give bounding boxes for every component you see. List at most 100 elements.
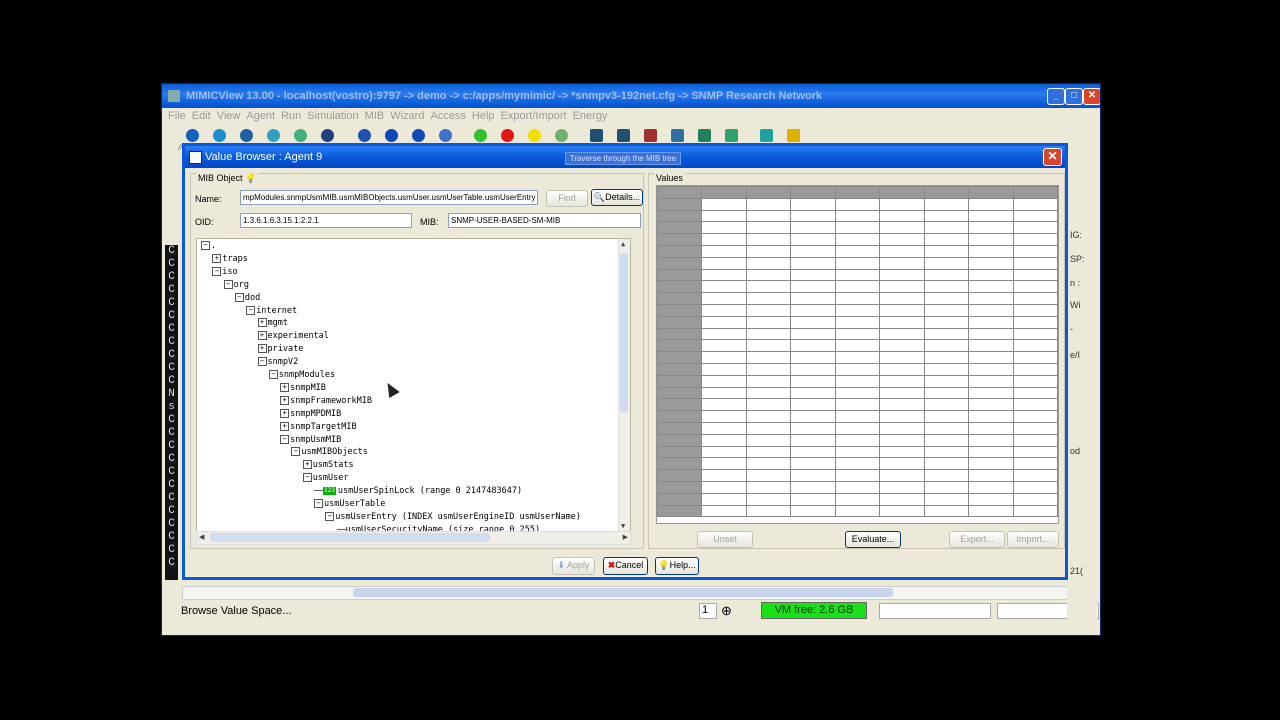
table-cell[interactable] — [701, 410, 747, 423]
table-cell[interactable] — [745, 445, 792, 459]
table-cell[interactable] — [1012, 327, 1058, 341]
collapse-icon[interactable]: − — [257, 357, 267, 367]
table-cell[interactable] — [879, 410, 925, 423]
table-cell[interactable] — [745, 398, 792, 412]
table-cell[interactable] — [923, 303, 970, 317]
table-cell[interactable] — [657, 268, 703, 282]
tree-node[interactable]: − snmpModules — [268, 369, 335, 382]
table-cell[interactable] — [790, 315, 836, 329]
cancel-button[interactable]: ✖Cancel — [603, 557, 648, 575]
table-cell[interactable] — [834, 362, 881, 376]
table-cell[interactable] — [834, 374, 881, 388]
table-cell[interactable] — [879, 292, 925, 305]
scroll-thumb[interactable] — [210, 533, 490, 542]
table-cell[interactable] — [657, 421, 703, 435]
table-cell[interactable] — [701, 280, 747, 294]
menu-item-access[interactable]: Access — [430, 108, 465, 124]
table-cell[interactable] — [923, 469, 970, 482]
tree-node[interactable]: + snmpMPDMIB — [280, 408, 341, 421]
table-cell[interactable] — [745, 362, 792, 376]
table-cell[interactable] — [968, 504, 1014, 518]
table-cell[interactable] — [790, 327, 836, 341]
collapse-icon[interactable]: − — [212, 266, 222, 276]
table-cell[interactable] — [879, 303, 925, 317]
table-cell[interactable] — [834, 197, 881, 211]
table-cell[interactable] — [834, 327, 881, 341]
table-cell[interactable] — [879, 445, 925, 459]
evaluate-button[interactable]: Evaluate... — [845, 531, 901, 548]
menu-item-help[interactable]: Help — [472, 108, 495, 124]
tree-vertical-scrollbar[interactable]: ▲ ▼ — [618, 239, 630, 531]
maximize-icon[interactable]: □ — [1065, 88, 1083, 105]
table-cell[interactable] — [879, 186, 925, 199]
table-cell[interactable] — [968, 256, 1014, 270]
table-cell[interactable] — [968, 362, 1014, 376]
table-cell[interactable] — [701, 292, 747, 305]
apply-button[interactable]: ⬇ Apply — [552, 557, 595, 575]
table-cell[interactable] — [790, 209, 836, 223]
table-cell[interactable] — [834, 244, 881, 258]
table-cell[interactable] — [1012, 233, 1058, 246]
table-cell[interactable] — [790, 457, 836, 471]
tree-node[interactable]: − usmUserTable — [314, 498, 385, 511]
table-cell[interactable] — [879, 398, 925, 412]
scroll-up-icon[interactable]: ▲ — [621, 240, 625, 248]
table-cell[interactable] — [701, 362, 747, 376]
table-cell[interactable] — [745, 292, 792, 305]
table-cell[interactable] — [657, 233, 703, 246]
table-cell[interactable] — [879, 480, 925, 494]
table-cell[interactable] — [745, 197, 792, 211]
table-cell[interactable] — [879, 421, 925, 435]
tree-node[interactable]: 123 usmUserSpinLock (range 0 2147483647) — [314, 485, 522, 498]
table-cell[interactable] — [834, 256, 881, 270]
table-cell[interactable] — [790, 469, 836, 482]
table-cell[interactable] — [968, 197, 1014, 211]
expand-icon[interactable]: + — [212, 253, 222, 263]
table-cell[interactable] — [923, 268, 970, 282]
expand-icon[interactable]: + — [257, 344, 267, 354]
minimize-icon[interactable]: _ — [1047, 88, 1065, 105]
table-cell[interactable] — [923, 410, 970, 423]
table-cell[interactable] — [657, 410, 703, 423]
table-cell[interactable] — [701, 492, 747, 506]
table-cell[interactable] — [745, 469, 792, 482]
table-cell[interactable] — [834, 421, 881, 435]
table-cell[interactable] — [968, 327, 1014, 341]
collapse-icon[interactable]: − — [325, 511, 335, 521]
table-cell[interactable] — [745, 268, 792, 282]
menu-item-mib[interactable]: MIB — [365, 108, 385, 124]
table-cell[interactable] — [968, 209, 1014, 223]
tree-node[interactable]: + snmpMIB — [280, 382, 326, 395]
table-cell[interactable] — [968, 233, 1014, 246]
table-cell[interactable] — [968, 280, 1014, 294]
table-cell[interactable] — [1012, 374, 1058, 388]
table-cell[interactable] — [790, 244, 836, 258]
tree-node[interactable]: − usmUser — [302, 472, 349, 485]
table-cell[interactable] — [879, 280, 925, 294]
expand-icon[interactable]: + — [280, 408, 290, 418]
expand-icon[interactable]: + — [257, 331, 267, 341]
collapse-icon[interactable]: − — [291, 447, 301, 457]
table-cell[interactable] — [923, 421, 970, 435]
tree-node[interactable]: − internet — [246, 305, 297, 318]
table-cell[interactable] — [923, 445, 970, 459]
table-cell[interactable] — [834, 303, 881, 317]
table-cell[interactable] — [968, 374, 1014, 388]
table-cell[interactable] — [790, 351, 836, 364]
collapse-icon[interactable]: − — [234, 292, 244, 302]
table-cell[interactable] — [968, 268, 1014, 282]
table-cell[interactable] — [1012, 351, 1058, 364]
tree-node[interactable]: + usmStats — [302, 459, 354, 472]
table-cell[interactable] — [745, 351, 792, 364]
tree-node[interactable]: − snmpUsmMIB — [280, 434, 341, 447]
table-cell[interactable] — [1012, 292, 1058, 305]
values-table[interactable] — [656, 185, 1059, 524]
tree-node[interactable]: − usmUserEntry (INDEX usmUserEngineID usm… — [325, 511, 581, 524]
table-cell[interactable] — [701, 244, 747, 258]
table-cell[interactable] — [923, 292, 970, 305]
table-cell[interactable] — [1012, 186, 1058, 199]
table-cell[interactable] — [745, 504, 792, 518]
table-cell[interactable] — [834, 186, 881, 199]
table-cell[interactable] — [701, 315, 747, 329]
table-cell[interactable] — [790, 268, 836, 282]
